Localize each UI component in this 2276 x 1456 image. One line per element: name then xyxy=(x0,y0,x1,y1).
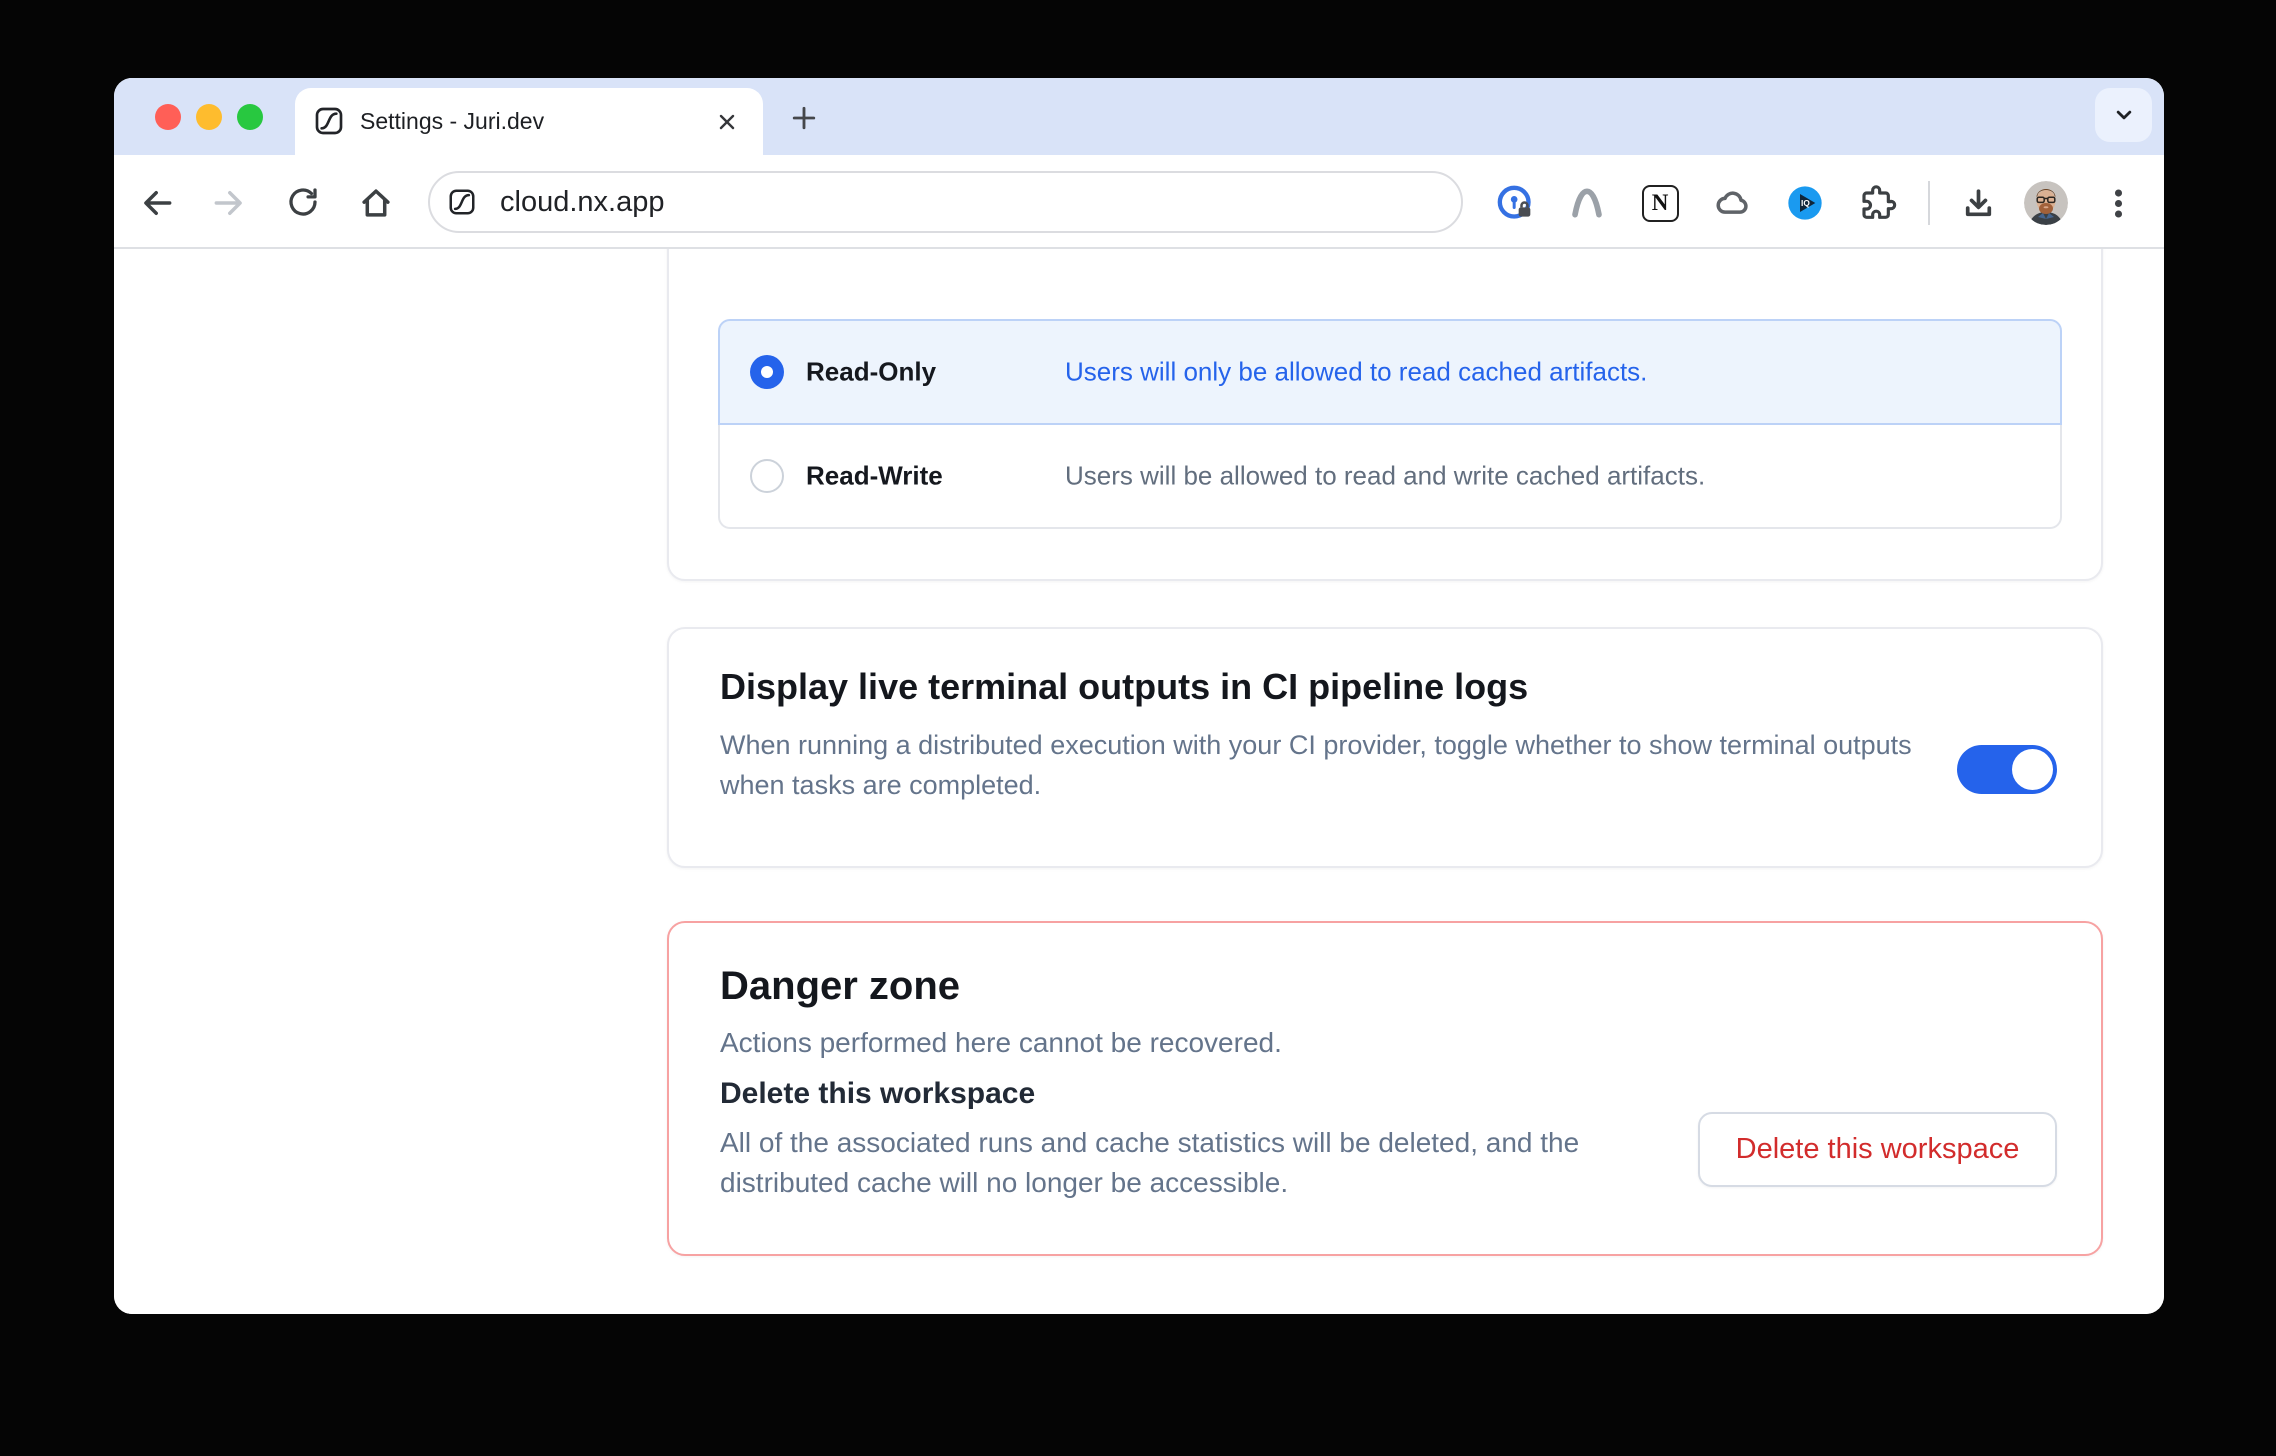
read-only-description: Users will only be allowed to read cache… xyxy=(1065,357,1647,388)
radio-unselected-icon[interactable] xyxy=(750,459,784,493)
danger-zone-subtitle: Actions performed here cannot be recover… xyxy=(720,1025,1282,1061)
page-content: token? Learn more. Read-Only Users will … xyxy=(114,249,2164,1314)
terminal-outputs-description: When running a distributed execution wit… xyxy=(720,725,1970,805)
browser-toolbar: cloud.nx.app N xyxy=(114,155,2164,249)
browser-tab[interactable]: Settings - Juri.dev xyxy=(295,88,763,155)
terminal-outputs-title: Display live terminal outputs in CI pipe… xyxy=(720,665,1528,709)
terminal-outputs-card: Display live terminal outputs in CI pipe… xyxy=(667,627,2103,868)
danger-zone-title: Danger zone xyxy=(720,961,960,1011)
nx-favicon-icon xyxy=(313,105,345,142)
onepassword-extension-icon[interactable] xyxy=(1495,183,1535,223)
toggle-knob xyxy=(2012,749,2053,790)
read-write-label: Read-Write xyxy=(806,461,943,492)
close-window-icon[interactable] xyxy=(155,104,181,130)
iq-play-extension-icon[interactable]: IQ xyxy=(1785,183,1825,223)
access-scope-radio-group: Read-Only Users will only be allowed to … xyxy=(718,319,2062,529)
chevron-down-icon xyxy=(2110,101,2138,129)
delete-workspace-button[interactable]: Delete this workspace xyxy=(1698,1112,2057,1187)
reload-icon[interactable] xyxy=(285,184,323,222)
back-icon[interactable] xyxy=(138,184,176,222)
tab-strip: Settings - Juri.dev xyxy=(114,78,2164,155)
read-only-option-row[interactable]: Read-Only Users will only be allowed to … xyxy=(718,319,2062,425)
tab-title: Settings - Juri.dev xyxy=(360,88,544,155)
delete-workspace-description: All of the associated runs and cache sta… xyxy=(720,1123,1655,1203)
arc-mountain-extension-icon[interactable] xyxy=(1567,183,1607,223)
profile-avatar[interactable] xyxy=(2024,181,2068,225)
home-icon[interactable] xyxy=(357,184,395,222)
close-tab-icon[interactable] xyxy=(715,110,739,134)
address-bar[interactable]: cloud.nx.app xyxy=(428,171,1463,233)
screenshot-stage: Settings - Juri.dev xyxy=(0,0,2276,1456)
zoom-window-icon[interactable] xyxy=(237,104,263,130)
forward-icon[interactable] xyxy=(210,184,248,222)
notion-n-glyph: N xyxy=(1642,185,1679,222)
site-nx-icon xyxy=(447,187,477,222)
read-write-description: Users will be allowed to read and write … xyxy=(1065,461,1705,492)
danger-zone-card: Danger zone Actions performed here canno… xyxy=(667,921,2103,1256)
toolbar-divider xyxy=(1928,181,1930,225)
minimize-window-icon[interactable] xyxy=(196,104,222,130)
tab-search-button[interactable] xyxy=(2095,88,2152,142)
downloads-icon[interactable] xyxy=(1960,185,1998,223)
browser-window: Settings - Juri.dev xyxy=(114,78,2164,1314)
extensions-puzzle-icon[interactable] xyxy=(1858,183,1898,223)
radio-selected-icon[interactable] xyxy=(750,355,784,389)
read-write-option-row[interactable]: Read-Write Users will be allowed to read… xyxy=(718,425,2062,529)
notion-extension-icon[interactable]: N xyxy=(1640,183,1680,223)
browser-menu-kebab-icon[interactable] xyxy=(2100,185,2138,223)
delete-workspace-title: Delete this workspace xyxy=(720,1075,1035,1113)
read-only-label: Read-Only xyxy=(806,357,936,388)
cloud-extension-icon[interactable] xyxy=(1713,183,1753,223)
terminal-outputs-toggle[interactable] xyxy=(1957,745,2057,794)
new-tab-icon[interactable] xyxy=(786,100,822,136)
url-text: cloud.nx.app xyxy=(500,173,664,231)
svg-text:IQ: IQ xyxy=(1801,198,1810,208)
